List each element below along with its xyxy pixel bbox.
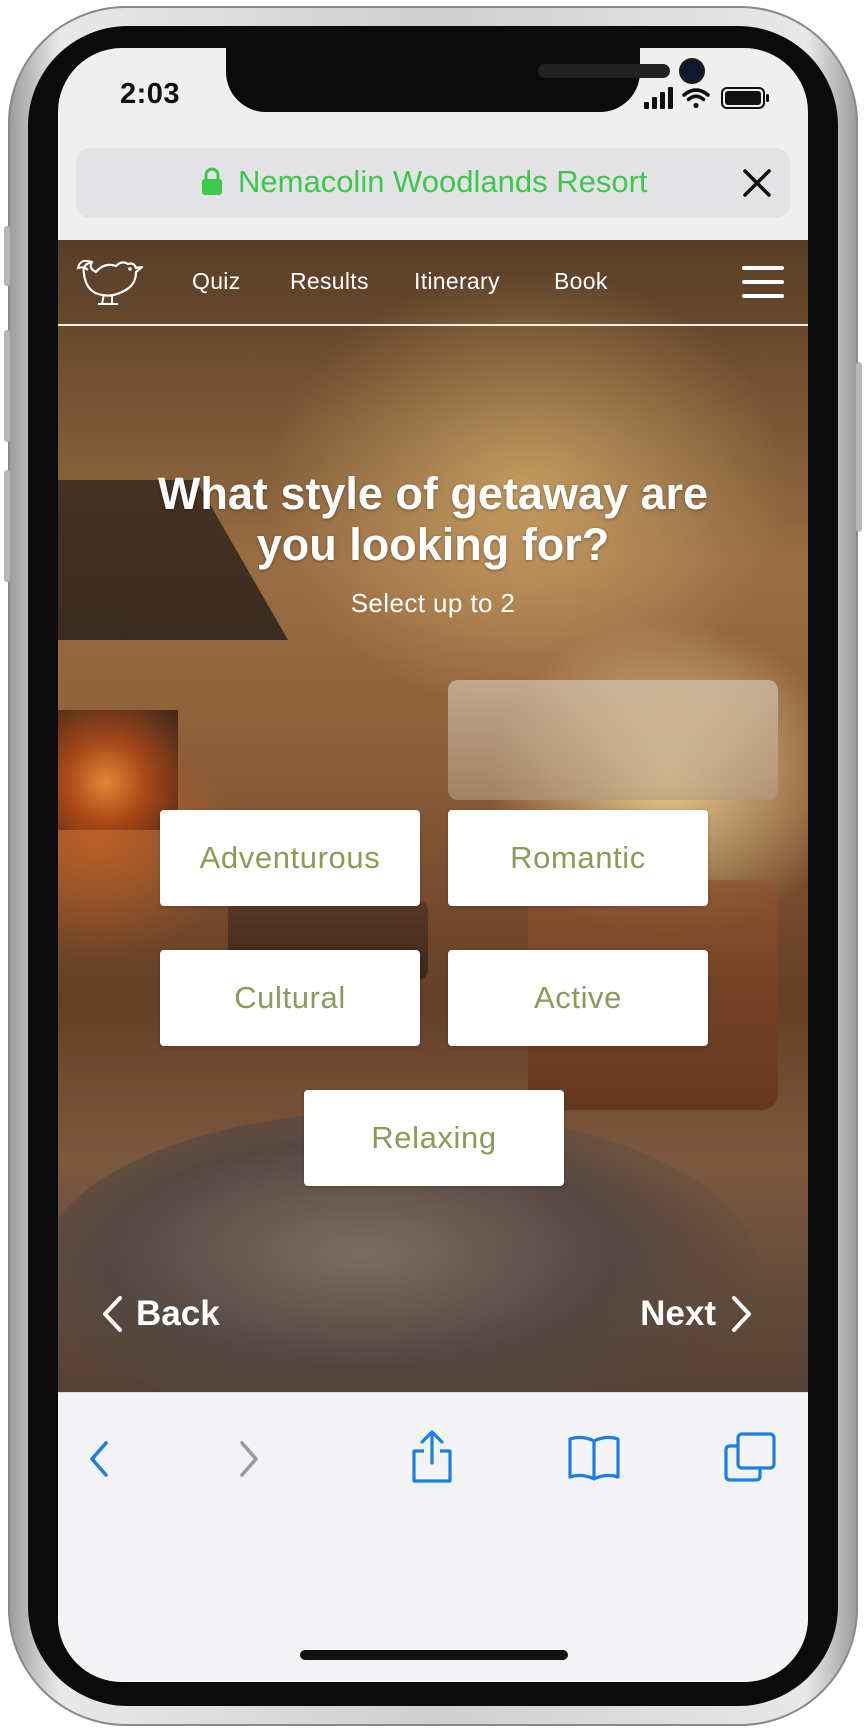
close-icon[interactable]	[740, 166, 774, 200]
home-indicator[interactable]	[300, 1650, 568, 1660]
notch	[226, 48, 702, 112]
option-relaxing[interactable]: Relaxing	[304, 1090, 564, 1186]
quiz-question: What style of getaway are you looking fo…	[157, 468, 709, 570]
bird-logo-icon[interactable]	[76, 254, 152, 310]
hamburger-menu-icon[interactable]	[742, 266, 784, 298]
status-icons	[644, 86, 772, 110]
back-label: Back	[136, 1294, 220, 1333]
battery-icon	[721, 87, 769, 109]
volume-down-button	[4, 470, 10, 582]
next-button[interactable]: Next	[640, 1294, 754, 1334]
option-romantic[interactable]: Romantic	[448, 810, 708, 906]
phone-screen: 2:03 Nemacolin Woodlands Resort Quiz Res…	[58, 48, 808, 1682]
front-camera	[682, 61, 702, 81]
wifi-icon	[682, 88, 710, 109]
web-content: Quiz Results Itinerary Book What style o…	[58, 240, 808, 1392]
site-navigation: Quiz Results Itinerary Book	[58, 240, 808, 326]
next-label: Next	[640, 1294, 716, 1333]
nav-link-quiz[interactable]: Quiz	[192, 268, 241, 295]
browser-toolbar	[58, 1392, 808, 1682]
cellular-signal-icon	[644, 87, 673, 109]
nav-link-itinerary[interactable]: Itinerary	[414, 268, 500, 295]
back-button[interactable]: Back	[100, 1294, 220, 1334]
nav-link-results[interactable]: Results	[290, 268, 369, 295]
option-active[interactable]: Active	[448, 950, 708, 1046]
chevron-left-icon	[103, 1296, 122, 1332]
option-cultural[interactable]: Cultural	[160, 950, 420, 1046]
address-bar[interactable]: Nemacolin Woodlands Resort	[76, 148, 790, 218]
status-time: 2:03	[120, 78, 181, 110]
mute-switch	[4, 226, 10, 286]
lock-icon	[202, 167, 222, 195]
quiz-instruction: Select up to 2	[350, 588, 516, 618]
option-adventurous[interactable]: Adventurous	[160, 810, 420, 906]
volume-up-button	[4, 330, 10, 442]
forward-arrow-icon[interactable]	[234, 1437, 264, 1481]
share-icon[interactable]	[410, 1429, 454, 1485]
back-arrow-icon[interactable]	[84, 1437, 114, 1481]
tabs-icon[interactable]	[722, 1431, 778, 1483]
bookmarks-icon[interactable]	[566, 1433, 622, 1481]
page-title-url: Nemacolin Woodlands Resort	[238, 164, 648, 199]
power-button	[856, 362, 862, 532]
speaker-grille	[538, 64, 670, 78]
nav-link-book[interactable]: Book	[554, 268, 608, 295]
chevron-right-icon	[732, 1296, 751, 1332]
